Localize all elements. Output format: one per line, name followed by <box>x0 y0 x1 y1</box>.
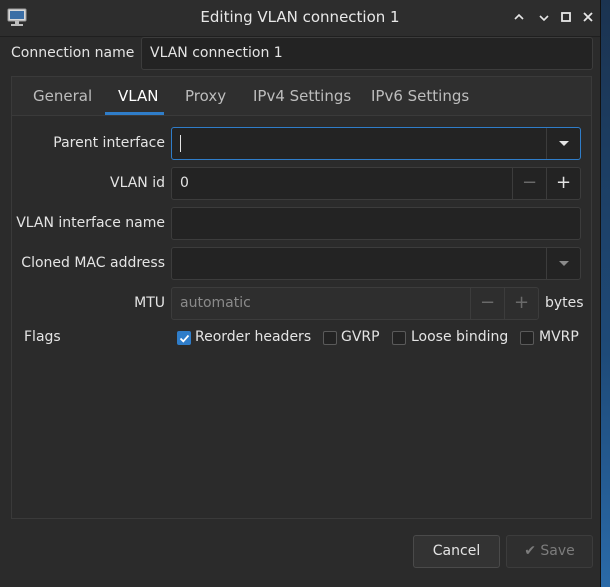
maximize-icon[interactable] <box>558 9 574 25</box>
mtu-value: automatic <box>180 295 251 311</box>
desktop-background <box>601 0 610 587</box>
save-button[interactable]: ✔ Save <box>506 535 593 568</box>
cloned-mac-combobox[interactable] <box>171 247 581 280</box>
gvrp-checkbox[interactable] <box>323 331 337 345</box>
vlan-id-value: 0 <box>180 175 189 191</box>
flags-label: Flags <box>24 329 61 345</box>
cancel-button[interactable]: Cancel <box>413 535 500 568</box>
mtu-decrement-button[interactable]: − <box>470 288 504 319</box>
mtu-spinbox[interactable]: automatic − + <box>171 287 539 320</box>
loose-binding-label[interactable]: Loose binding <box>411 329 508 345</box>
tab-proxy[interactable]: Proxy <box>185 87 226 105</box>
title-bar[interactable]: Editing VLAN connection 1 <box>0 0 600 37</box>
checkmark-icon <box>179 334 190 343</box>
active-tab-indicator <box>105 112 164 115</box>
mtu-label: MTU <box>134 295 165 311</box>
keep-above-icon[interactable] <box>511 9 527 25</box>
vlan-interface-name-label: VLAN interface name <box>16 215 165 231</box>
checkmark-icon: ✔ <box>524 543 536 559</box>
window-title: Editing VLAN connection 1 <box>200 8 400 26</box>
vlan-id-spinbox[interactable]: 0 − + <box>171 167 581 200</box>
mvrp-label[interactable]: MVRP <box>539 329 579 345</box>
reorder-headers-checkbox[interactable] <box>177 331 191 345</box>
vlan-interface-name-input[interactable] <box>171 207 581 240</box>
mtu-unit-label: bytes <box>545 295 584 311</box>
tab-vlan[interactable]: VLAN <box>118 87 158 105</box>
tab-bar: General VLAN Proxy IPv4 Settings IPv6 Se… <box>12 77 591 116</box>
parent-interface-dropdown-button[interactable] <box>546 128 580 159</box>
gvrp-label[interactable]: GVRP <box>341 329 380 345</box>
vlan-id-decrement-button[interactable]: − <box>512 168 546 199</box>
tab-ipv4-settings[interactable]: IPv4 Settings <box>253 87 351 105</box>
text-cursor <box>180 135 181 152</box>
cloned-mac-label: Cloned MAC address <box>21 255 165 271</box>
mtu-increment-button[interactable]: + <box>504 288 538 319</box>
parent-interface-label: Parent interface <box>53 135 165 151</box>
parent-interface-combobox[interactable] <box>171 127 581 160</box>
close-icon[interactable] <box>580 9 596 25</box>
mvrp-checkbox[interactable] <box>520 331 534 345</box>
reorder-headers-label[interactable]: Reorder headers <box>195 329 311 345</box>
connection-name-input[interactable]: VLAN connection 1 <box>141 37 593 70</box>
dialog-window: Editing VLAN connection 1 Connection nam… <box>0 0 601 587</box>
minimize-icon[interactable] <box>536 9 552 25</box>
tab-ipv6-settings[interactable]: IPv6 Settings <box>371 87 469 105</box>
connection-name-label: Connection name <box>11 45 135 61</box>
connection-name-value: VLAN connection 1 <box>150 45 283 61</box>
chevron-down-icon <box>559 141 569 146</box>
vlan-id-increment-button[interactable]: + <box>546 168 580 199</box>
chevron-down-icon <box>559 261 569 266</box>
cloned-mac-dropdown-button[interactable] <box>546 248 580 279</box>
tab-general[interactable]: General <box>33 87 92 105</box>
save-button-label: Save <box>540 543 575 559</box>
vlan-id-label: VLAN id <box>110 175 165 191</box>
loose-binding-checkbox[interactable] <box>392 331 406 345</box>
